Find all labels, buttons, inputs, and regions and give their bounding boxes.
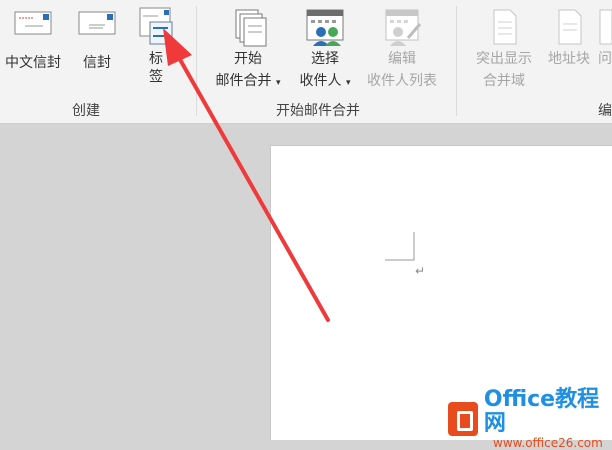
greeting-line-label: 问 [598, 51, 612, 67]
edit-recipient-list-icon [385, 9, 422, 46]
labels-icon [139, 7, 173, 45]
chinese-envelope-icon [14, 11, 52, 35]
address-block-label: 地址块 [548, 51, 590, 67]
edit-recipient-list-label-line2: 收件人列表 [367, 73, 437, 89]
watermark: Office教程网 www.office26.com [448, 388, 612, 450]
chevron-down-icon: ▾ [275, 78, 281, 88]
greeting-line-icon [599, 9, 612, 45]
highlight-merge-fields-label-line2: 合并域 [483, 73, 525, 89]
watermark-brand: Office教程网 [483, 387, 600, 436]
envelope-label: 信封 [83, 55, 111, 71]
envelope-icon [78, 11, 116, 35]
select-recipients-button[interactable]: 选择 收件人 ▾ [294, 6, 356, 94]
group-separator [456, 6, 457, 116]
chinese-envelope-label: 中文信封 [5, 55, 61, 71]
edit-recipient-list-label-line1: 编辑 [388, 51, 416, 67]
highlight-merge-fields-label-line1: 突出显示 [476, 51, 532, 67]
address-block-icon [558, 9, 582, 45]
start-mail-merge-button[interactable]: 开始 邮件合并 ▾ [206, 6, 290, 94]
address-block-button[interactable]: 地址块 [542, 6, 596, 70]
start-mail-merge-label-line1: 开始 [234, 51, 262, 67]
group-label-create: 创建 [72, 103, 100, 119]
group-label-write-insert: 编 [598, 103, 612, 119]
envelope-button[interactable]: 信封 [74, 8, 120, 74]
labels-label-line2: 签 [149, 69, 163, 85]
highlight-merge-fields-button[interactable]: 突出显示 合并域 [468, 6, 540, 92]
margin-corner-mark [385, 232, 415, 261]
chinese-envelope-button[interactable]: 中文信封 [0, 8, 66, 74]
greeting-line-button[interactable]: 问 [598, 6, 612, 70]
highlight-merge-fields-icon [493, 9, 517, 45]
chevron-down-icon: ▾ [345, 78, 351, 88]
labels-button[interactable]: 标 签 [134, 6, 178, 88]
office-logo-icon [448, 402, 478, 436]
start-mail-merge-icon [235, 9, 267, 47]
select-recipients-icon [306, 9, 344, 46]
edit-recipient-list-button[interactable]: 编辑 收件人列表 [360, 6, 444, 92]
paragraph-mark: ↵ [415, 264, 426, 278]
group-separator [196, 6, 197, 116]
select-recipients-label-line2: 收件人 ▾ [299, 73, 351, 89]
select-recipients-label-line1: 选择 [311, 51, 339, 67]
start-mail-merge-label-line2: 邮件合并 ▾ [215, 73, 281, 89]
watermark-url: www.office26.com [493, 436, 603, 450]
ribbon: 中文信封 信封 标 签 创建 开始 邮件合并 ▾ 选择 收件人 ▾ 编辑 收件人… [0, 0, 612, 124]
group-label-start-mail-merge: 开始邮件合并 [276, 103, 360, 119]
